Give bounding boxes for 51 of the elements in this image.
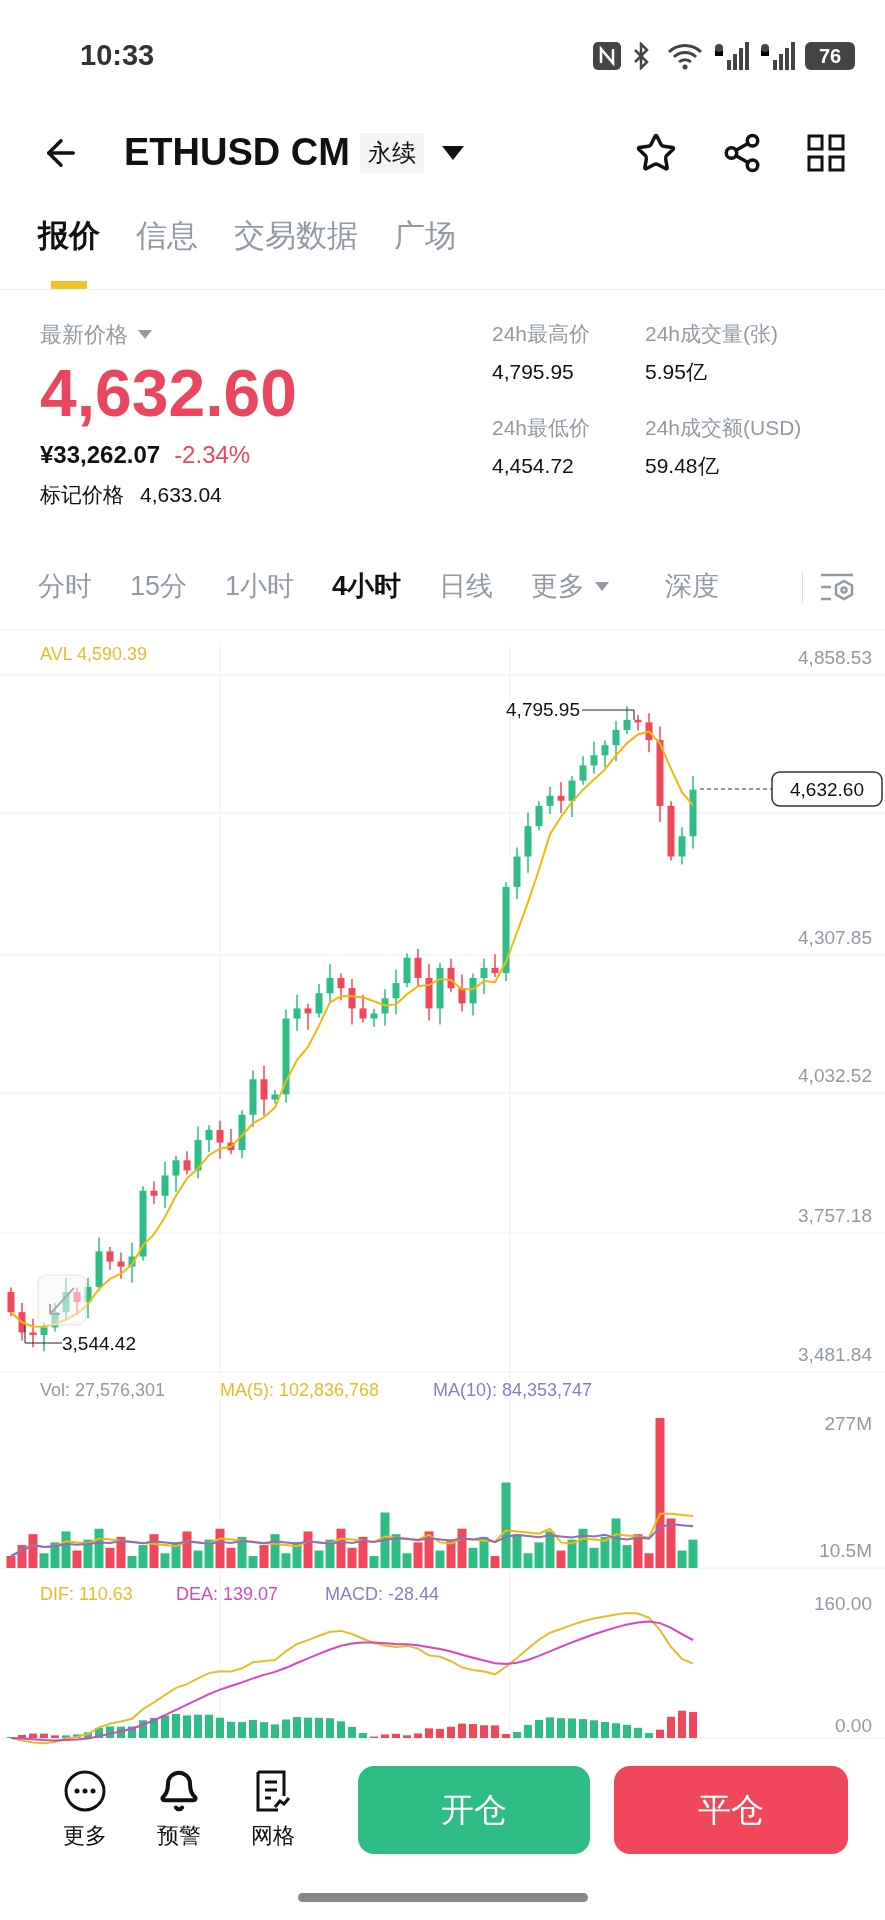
stat-label: 24h最低价 <box>492 415 592 441</box>
macd-label: MACD: -28.44 <box>325 1584 440 1604</box>
tab[interactable]: 交易数据 <box>234 212 358 281</box>
interval-tab[interactable]: 15分 <box>130 566 188 607</box>
toolbar-action[interactable]: 更多 <box>60 1768 110 1852</box>
mark-price-value: 4,633.04 <box>140 482 222 508</box>
volume-axis-label: 10.5M <box>819 1540 872 1561</box>
toolbar-action[interactable]: 预警 <box>154 1768 204 1852</box>
close-position-button[interactable]: 平仓 <box>614 1766 848 1854</box>
price-axis-label: 3,481.84 <box>798 1344 872 1365</box>
price-axis-label: 3,757.18 <box>798 1205 872 1226</box>
cny-price: ¥33,262.07 <box>40 440 161 470</box>
open-position-button[interactable]: 开仓 <box>358 1766 590 1854</box>
contract-badge: 永续 <box>359 132 424 173</box>
last-price: 4,632.60 <box>40 355 298 431</box>
last-price-tag: 4,632.60 <box>771 771 883 807</box>
interval-tab[interactable]: 日线 <box>439 566 494 607</box>
interval-tab[interactable]: 1小时 <box>225 566 295 607</box>
price-axis-label: 4,032.52 <box>798 1065 872 1086</box>
dif-label: DIF: 110.63 <box>40 1584 133 1604</box>
symbol-title: ETHUSD CM <box>124 130 350 175</box>
stat-value: 59.48亿 <box>645 452 720 479</box>
toolbar-action[interactable]: 网格 <box>248 1768 298 1852</box>
tab[interactable]: 信息 <box>136 212 198 281</box>
volume-label: Vol: 27,576,301 <box>40 1380 166 1400</box>
status-time: 10:33 <box>80 38 155 74</box>
stat-label: 24h成交额(USD) <box>645 415 803 441</box>
avl-label: AVL 4,590.39 <box>40 644 148 664</box>
stat-value: 5.95亿 <box>645 358 708 385</box>
interval-tab[interactable]: 深度 <box>665 566 720 607</box>
battery-icon: 76 <box>805 42 855 70</box>
price-change: -2.34% <box>174 440 251 470</box>
interval-tab[interactable]: 分时 <box>38 566 92 607</box>
price-axis-label: 4,858.53 <box>798 647 872 668</box>
interval-tab[interactable]: 4小时 <box>332 566 402 607</box>
stat-label: 24h最高价 <box>492 321 592 347</box>
stat-value: 4,454.72 <box>492 452 575 479</box>
ma10-label: MA(10): 84,353,747 <box>433 1380 593 1400</box>
macd-axis-label: 0.00 <box>835 1715 872 1736</box>
dea-label: DEA: 139.07 <box>176 1584 279 1604</box>
stat-value: 4,795.95 <box>492 358 575 385</box>
stat-label: 24h成交量(张) <box>645 321 780 347</box>
price-label: 最新价格 <box>40 321 128 349</box>
macd-axis-label: 160.00 <box>813 1593 872 1614</box>
tab[interactable]: 报价 <box>38 212 100 281</box>
mark-price-label: 标记价格 <box>40 482 124 508</box>
price-axis-label: 4,307.85 <box>798 927 872 948</box>
interval-tab[interactable]: 更多 <box>531 566 610 607</box>
ma5-label: MA(5): 102,836,768 <box>220 1380 380 1400</box>
tab[interactable]: 广场 <box>394 212 456 281</box>
volume-axis-label: 277M <box>824 1413 872 1434</box>
